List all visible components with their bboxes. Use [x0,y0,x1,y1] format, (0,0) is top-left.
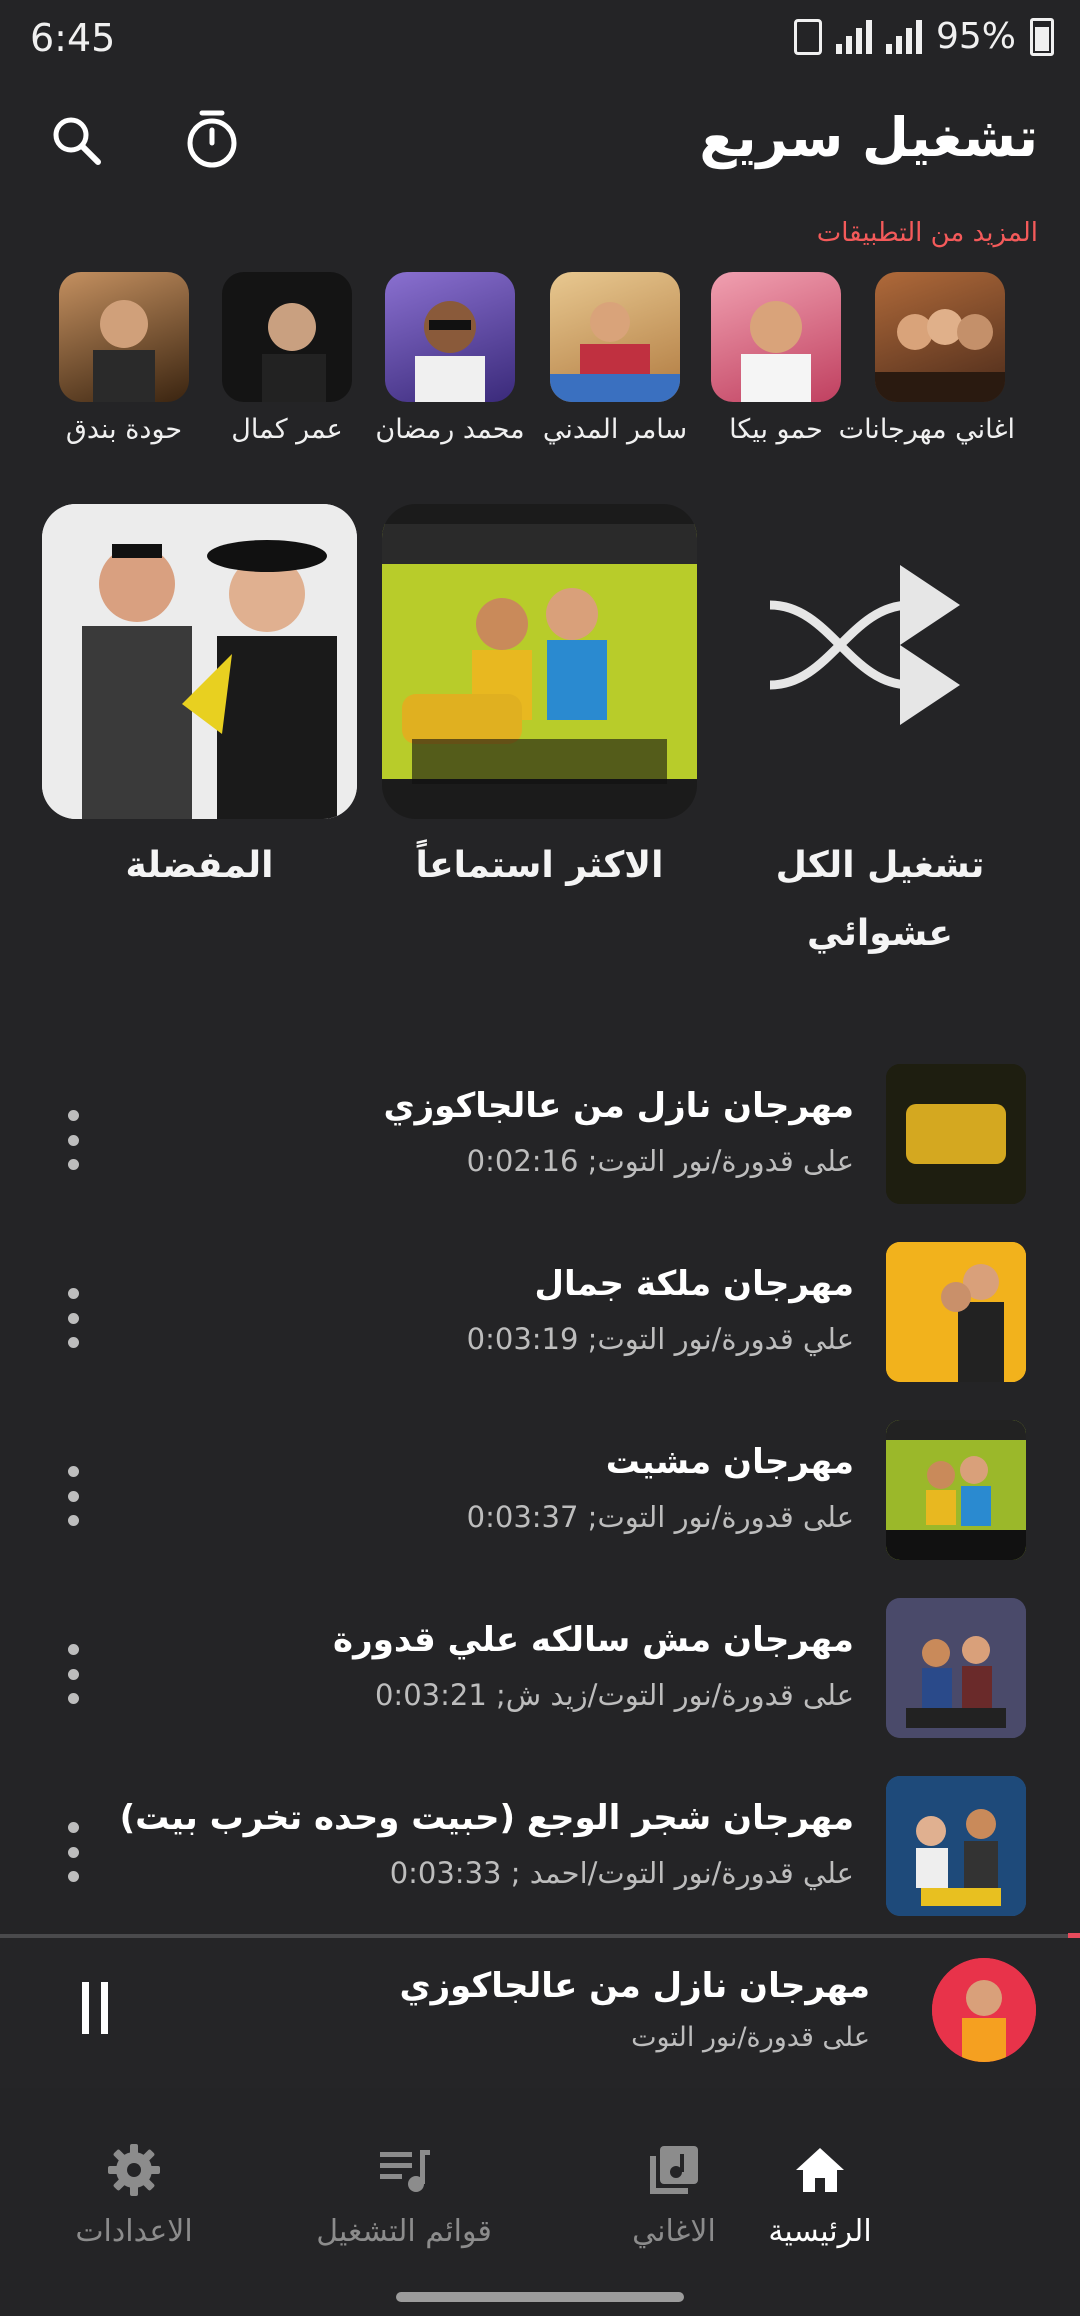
song-thumbnail [886,1064,1026,1204]
status-bar: 6:45 95% [0,0,1080,80]
song-row[interactable]: مهرجان مش سالكه علي قدورة على قدورة/نور … [0,1598,1080,1768]
singer-image [741,301,811,402]
song-row[interactable]: مهرجان نازل من عالجاكوزي على قدورة/نور ا… [0,1064,1080,1234]
app-label: حودة بندق [65,414,183,445]
song-meta: علي قدورة/نور التوت/احمد ; 0:03:33 [389,1856,854,1890]
playlist-icon [380,2150,430,2192]
signal-icon [835,19,872,54]
app-thumbnail [711,272,841,402]
tab-settings[interactable]: الاعدادات [4,2142,264,2249]
song-title: مهرجان شجر الوجع (حبيت وحده تخرب بيت) [119,1798,854,1838]
most-played-card[interactable] [382,504,697,819]
timer-icon [187,110,237,168]
more-options-icon[interactable] [56,1110,90,1170]
favorites-cover [42,504,357,819]
search-icon [53,117,101,165]
song-meta: علي قدورة/نور التوت; 0:03:19 [466,1322,854,1356]
tab-songs-label: الاغاني [632,2214,716,2249]
song-title: مهرجان نازل من عالجاكوزي [383,1086,854,1126]
song-row[interactable]: مهرجان مشيت على قدورة/نور التوت; 0:03:37 [0,1420,1080,1590]
song-title: مهرجان ملكة جمال [534,1264,855,1304]
tab-settings-label: الاعدادات [75,2214,193,2249]
app-thumbnail [385,272,515,402]
song-thumbnail [886,1776,1026,1916]
app-item-omar-kamal[interactable]: عمر كمال [212,272,362,445]
singer-image [875,309,1005,402]
battery-percent: 95% [935,16,1016,57]
now-playing-artist: على قدورة/نور التوت [631,2022,870,2053]
singer-image [550,302,680,402]
more-options-icon[interactable] [56,1822,90,1882]
song-row[interactable]: مهرجان ملكة جمال علي قدورة/نور التوت; 0:… [0,1242,1080,1412]
page-title: تشغيل سريع [699,106,1038,169]
singer-image [93,300,155,402]
more-options-icon[interactable] [56,1644,90,1704]
app-item-mahraganat[interactable]: اغاني مهرجانات [838,272,1015,445]
shuffle-icon [769,565,960,725]
song-meta: على قدورة/نور التوت/زيد ش; 0:03:21 [374,1678,854,1712]
song-thumbnail [886,1598,1026,1738]
more-options-icon[interactable] [56,1466,90,1526]
tab-songs[interactable]: الاغاني [544,2142,804,2249]
singer-image [415,301,485,402]
song-thumbnail [886,1242,1026,1382]
app-item-mohamed-ramadan[interactable]: محمد رمضان [375,272,525,445]
song-title: مهرجان مش سالكه علي قدورة [333,1620,854,1660]
most-played-label: الاكثر استماعاً [415,845,664,886]
app-thumbnail [59,272,189,402]
bottom-nav: الرئيسية الاغاني قوائم التشغيل الاعدادات [0,2110,1080,2280]
mini-player[interactable]: مهرجان نازل من عالجاكوزي على قدورة/نور ا… [0,1938,1080,2088]
recycle-icon [793,18,822,55]
favorites-label: المفضلة [125,845,274,886]
app-item-hoda-bondok[interactable]: حودة بندق [49,272,199,445]
singer-image [262,303,326,402]
gear-icon [108,2144,160,2196]
app-label: عمر كمال [231,414,343,445]
pause-button[interactable] [82,1982,108,2034]
tab-playlists[interactable]: قوائم التشغيل [274,2142,534,2249]
song-title: مهرجان مشيت [605,1442,854,1482]
app-label: سامر المدني [542,414,688,445]
tab-playlists-label: قوائم التشغيل [316,2214,492,2249]
now-playing-thumbnail [932,1958,1036,2062]
song-meta: على قدورة/نور التوت; 0:03:37 [466,1500,854,1534]
app-thumbnail [875,272,1005,402]
favorites-card[interactable] [42,504,357,819]
status-icons: 95% [793,16,1054,57]
song-row[interactable]: مهرجان شجر الوجع (حبيت وحده تخرب بيت) عل… [0,1776,1080,1946]
app-label: محمد رمضان [375,414,525,445]
now-playing-title: مهرجان نازل من عالجاكوزي [399,1966,870,2006]
more-apps-label: المزيد من التطبيقات [816,218,1038,248]
song-thumbnail [886,1420,1026,1560]
app-thumbnail [222,272,352,402]
search-button[interactable] [48,112,104,168]
music-library-icon [650,2146,698,2194]
shuffle-all-button[interactable] [760,560,1010,760]
song-meta: على قدورة/نور التوت; 0:02:16 [466,1144,854,1178]
battery-icon [1030,17,1054,56]
app-item-hamo-bika[interactable]: حمو بيكا [701,272,851,445]
more-apps-row: اغاني مهرجانات حمو بيكا سامر المدني محمد… [0,272,1080,462]
shuffle-all-label: تشغيل الكل عشوائي [775,845,985,954]
sleep-timer-button[interactable] [182,108,242,170]
status-time: 6:45 [30,16,116,60]
app-thumbnail [550,272,680,402]
signal-2-icon [885,19,922,54]
app-item-samer-elmadany[interactable]: سامر المدني [540,272,690,445]
app-label: اغاني مهرجانات [838,414,1015,445]
more-options-icon[interactable] [56,1288,90,1348]
gesture-home-bar[interactable] [396,2292,684,2302]
most-played-cover [382,524,697,784]
app-label: حمو بيكا [729,414,823,445]
